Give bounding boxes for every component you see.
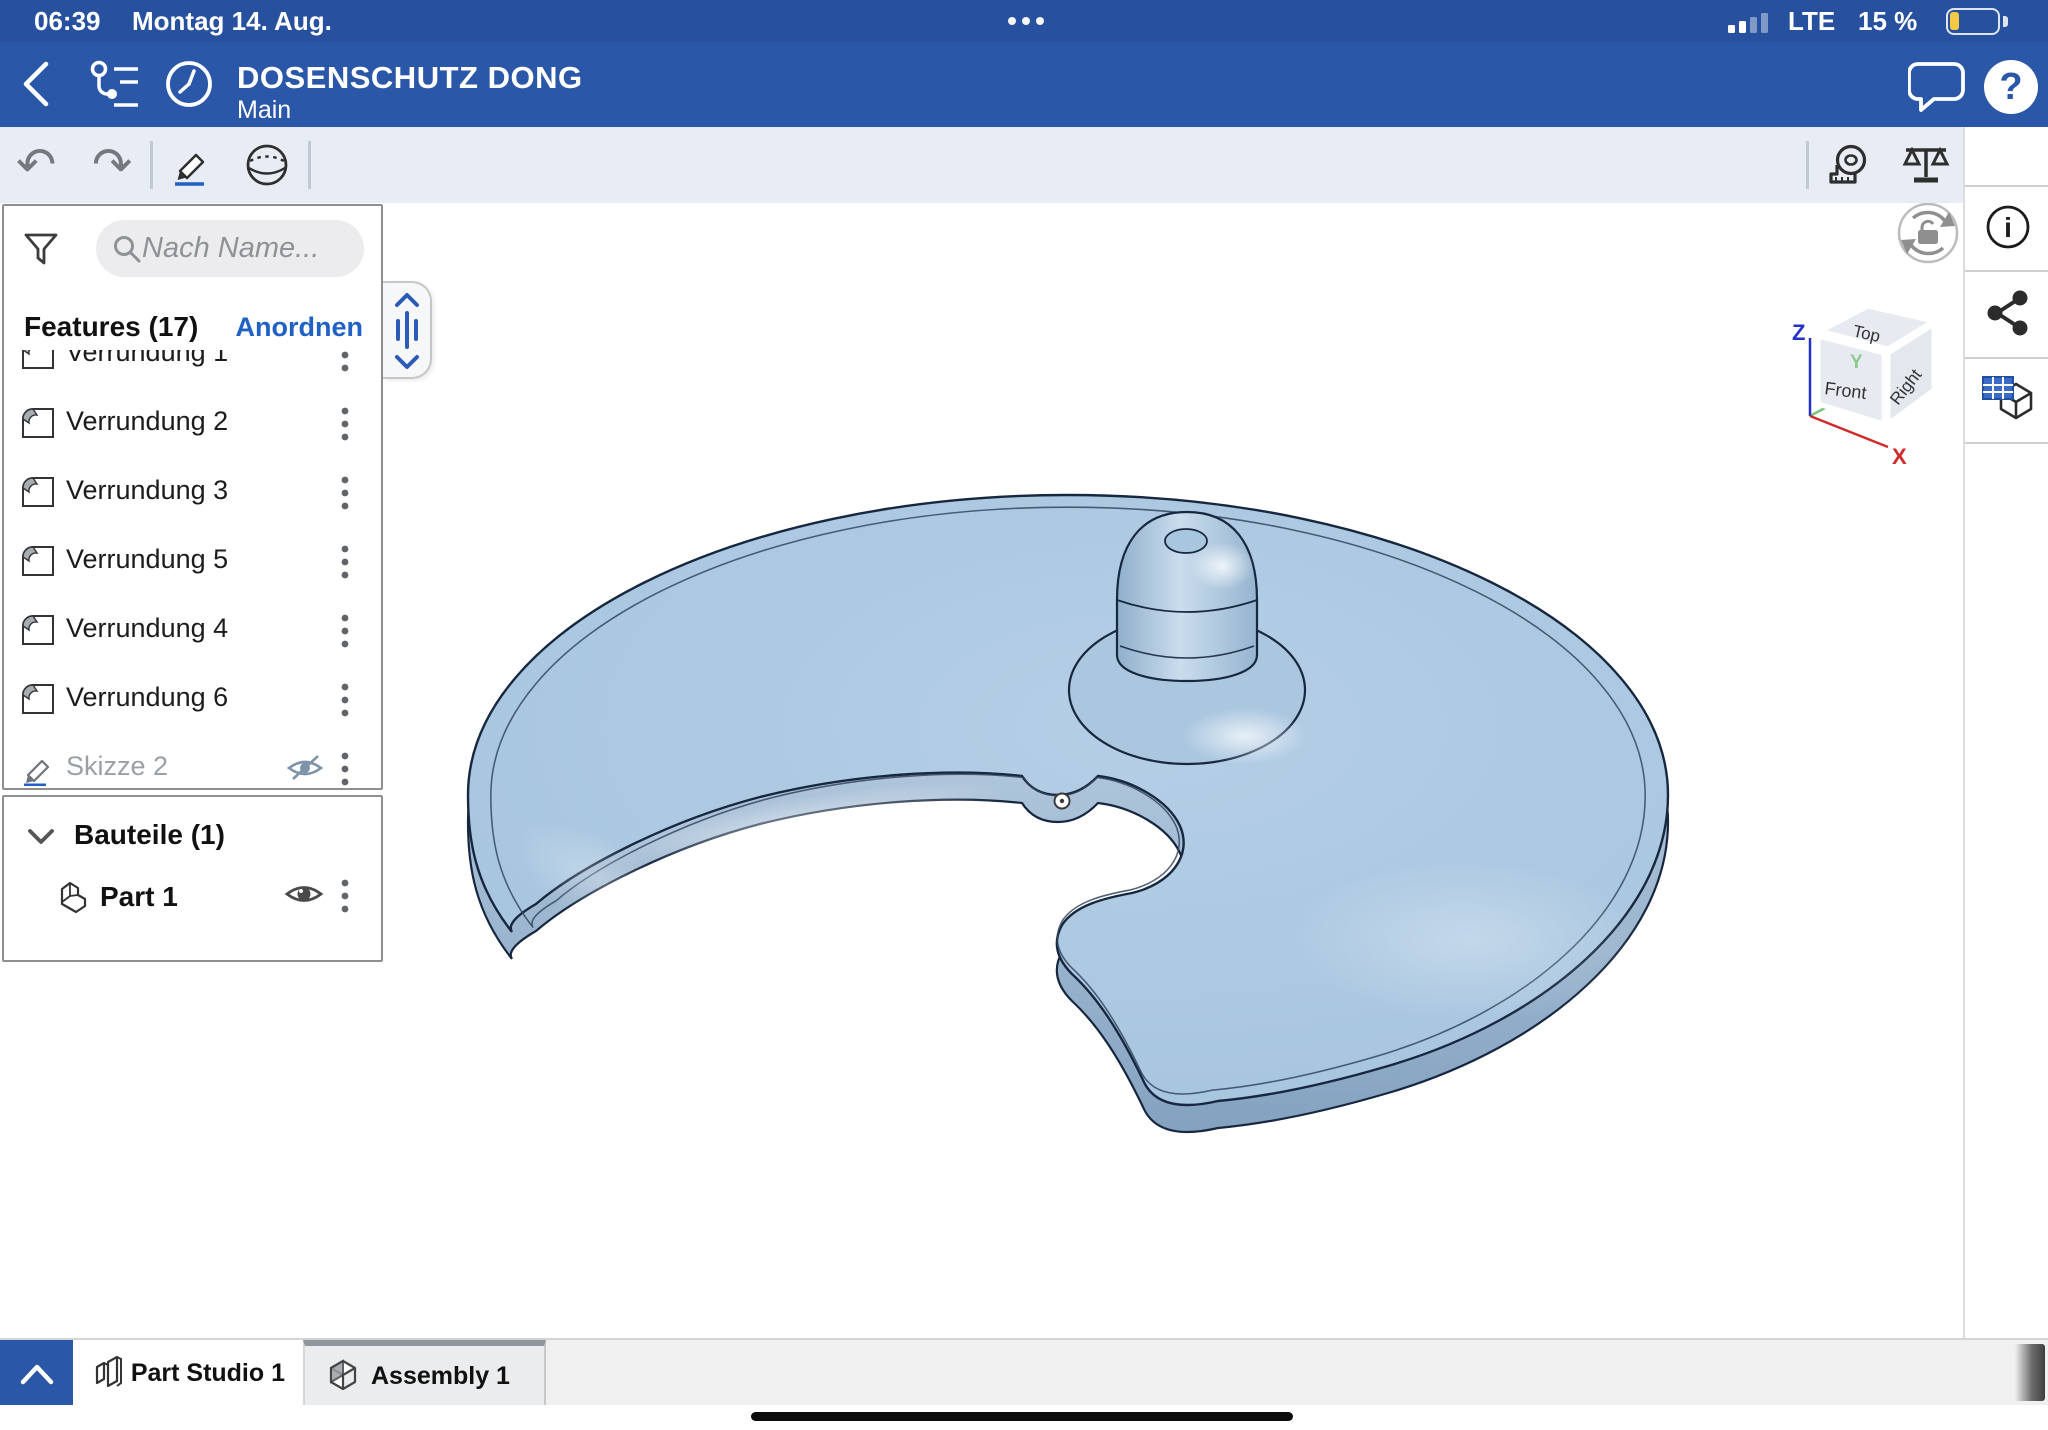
overflow-menu-icon[interactable] bbox=[339, 350, 367, 374]
overflow-menu-icon[interactable] bbox=[339, 543, 367, 581]
chevron-up-icon[interactable] bbox=[393, 291, 421, 309]
fillet-icon bbox=[20, 406, 56, 445]
feature-row-hidden-sketch[interactable]: Skizze 2 bbox=[4, 734, 381, 786]
feature-search-field[interactable] bbox=[96, 220, 364, 277]
sketch-icon bbox=[20, 751, 56, 786]
expand-tabs-button[interactable] bbox=[0, 1340, 73, 1407]
feature-list: Verrundung 1 Verrundung 2 Verrundung 3 V… bbox=[4, 350, 381, 786]
chevron-down-icon[interactable] bbox=[26, 827, 56, 852]
svg-text:i: i bbox=[2004, 212, 2012, 243]
feature-row[interactable]: Verrundung 1 bbox=[4, 350, 381, 389]
multitasking-indicator-icon bbox=[1008, 17, 1016, 25]
home-indicator[interactable] bbox=[751, 1412, 1293, 1421]
overflow-menu-icon[interactable] bbox=[339, 612, 367, 650]
tab-part-studio[interactable]: Part Studio 1 bbox=[73, 1340, 303, 1407]
parts-header: Bauteile (1) bbox=[74, 819, 225, 850]
document-header: DOSENSCHUTZ DONG Main ? bbox=[0, 42, 2048, 127]
visible-eye-icon[interactable] bbox=[283, 879, 325, 914]
search-icon bbox=[114, 235, 141, 262]
tab-label: Assembly 1 bbox=[371, 1362, 510, 1390]
back-button[interactable] bbox=[18, 58, 58, 110]
overflow-menu-icon[interactable] bbox=[339, 405, 367, 443]
panel-resize-handle[interactable] bbox=[383, 281, 432, 379]
search-input[interactable] bbox=[142, 232, 342, 265]
bom-table-button[interactable] bbox=[1979, 373, 2037, 427]
feature-name: Verrundung 5 bbox=[66, 544, 229, 574]
document-title: DOSENSCHUTZ DONG bbox=[237, 60, 583, 95]
fillet-icon bbox=[20, 475, 56, 514]
hidden-eye-icon[interactable] bbox=[285, 753, 325, 786]
versions-icon[interactable] bbox=[88, 60, 144, 110]
overflow-menu-icon[interactable] bbox=[339, 474, 367, 512]
part-name: Part 1 bbox=[100, 881, 178, 912]
comments-icon[interactable] bbox=[1908, 60, 1966, 114]
features-header: Features (17) bbox=[24, 311, 199, 342]
battery-icon bbox=[1946, 8, 2000, 35]
document-tab-bar: Part Studio 1 Assembly 1 bbox=[0, 1338, 2048, 1407]
toolbar: ↶ ↷ bbox=[0, 127, 2048, 203]
feature-list-panel: Features (17) Anordnen Verrundung 1 Verr… bbox=[2, 204, 383, 790]
overflow-menu-icon[interactable] bbox=[339, 681, 367, 719]
feature-row[interactable]: Verrundung 4 bbox=[4, 596, 381, 665]
tab-label: Part Studio 1 bbox=[130, 1359, 285, 1387]
parts-header-row[interactable]: Bauteile (1) bbox=[4, 815, 381, 865]
redo-button[interactable]: ↷ bbox=[92, 139, 132, 191]
arrange-link[interactable]: Anordnen bbox=[236, 312, 364, 343]
workspace-name: Main bbox=[237, 96, 292, 124]
share-button[interactable] bbox=[1985, 289, 2031, 337]
fillet-icon bbox=[20, 544, 56, 583]
filter-icon[interactable] bbox=[22, 230, 62, 270]
feature-row[interactable]: Verrundung 2 bbox=[4, 389, 381, 458]
parts-list-panel: Bauteile (1) Part 1 bbox=[2, 795, 383, 962]
overflow-menu-icon[interactable] bbox=[339, 750, 367, 786]
fillet-icon bbox=[20, 350, 56, 376]
feature-name: Verrundung 2 bbox=[66, 406, 229, 436]
chevron-down-icon[interactable] bbox=[393, 353, 421, 371]
tab-scroll-indicator[interactable] bbox=[2015, 1344, 2045, 1401]
ios-status-bar: 06:39 Montag 14. Aug. LTE 15 % bbox=[0, 0, 2048, 42]
onshape-app: Top Front Right Y Z X 06:39 Montag 14. A… bbox=[0, 0, 2048, 1430]
feature-row[interactable]: Verrundung 3 bbox=[4, 458, 381, 527]
mass-properties-button[interactable] bbox=[1901, 141, 1951, 189]
overflow-menu-icon[interactable] bbox=[339, 877, 367, 915]
part-icon bbox=[52, 877, 92, 922]
feature-row[interactable]: Verrundung 5 bbox=[4, 527, 381, 596]
sketch-tool-button[interactable] bbox=[170, 143, 214, 187]
cellular-signal-icon bbox=[1728, 13, 1768, 33]
sliders-icon bbox=[396, 311, 418, 349]
help-button[interactable]: ? bbox=[1984, 60, 2038, 114]
tab-assembly[interactable]: Assembly 1 bbox=[303, 1340, 546, 1407]
right-sidebar: i bbox=[1963, 127, 2048, 1338]
feature-name: Verrundung 3 bbox=[66, 475, 229, 505]
status-time: 06:39 bbox=[34, 6, 101, 36]
carrier-label: LTE bbox=[1788, 6, 1836, 36]
measure-tool-button[interactable] bbox=[1826, 143, 1874, 189]
undo-button[interactable]: ↶ bbox=[16, 139, 56, 191]
home-indicator-area bbox=[0, 1405, 2048, 1430]
feature-name: Verrundung 4 bbox=[66, 613, 229, 643]
history-clock-icon[interactable] bbox=[163, 58, 215, 110]
feature-row[interactable]: Verrundung 6 bbox=[4, 665, 381, 734]
battery-percent-label: 15 % bbox=[1858, 6, 1918, 36]
part-row[interactable]: Part 1 bbox=[4, 869, 381, 929]
feature-name: Verrundung 6 bbox=[66, 682, 229, 712]
battery-cap bbox=[2003, 16, 2008, 27]
assembly-icon bbox=[329, 1358, 357, 1390]
feature-name: Verrundung 1 bbox=[66, 350, 229, 367]
info-button[interactable]: i bbox=[1984, 203, 2032, 251]
status-date: Montag 14. Aug. bbox=[132, 6, 332, 36]
feature-name: Skizze 2 bbox=[66, 751, 169, 781]
fillet-icon bbox=[20, 613, 56, 652]
fillet-icon bbox=[20, 682, 56, 721]
part-studio-icon bbox=[95, 1355, 122, 1387]
view-sphere-button[interactable] bbox=[243, 141, 291, 189]
